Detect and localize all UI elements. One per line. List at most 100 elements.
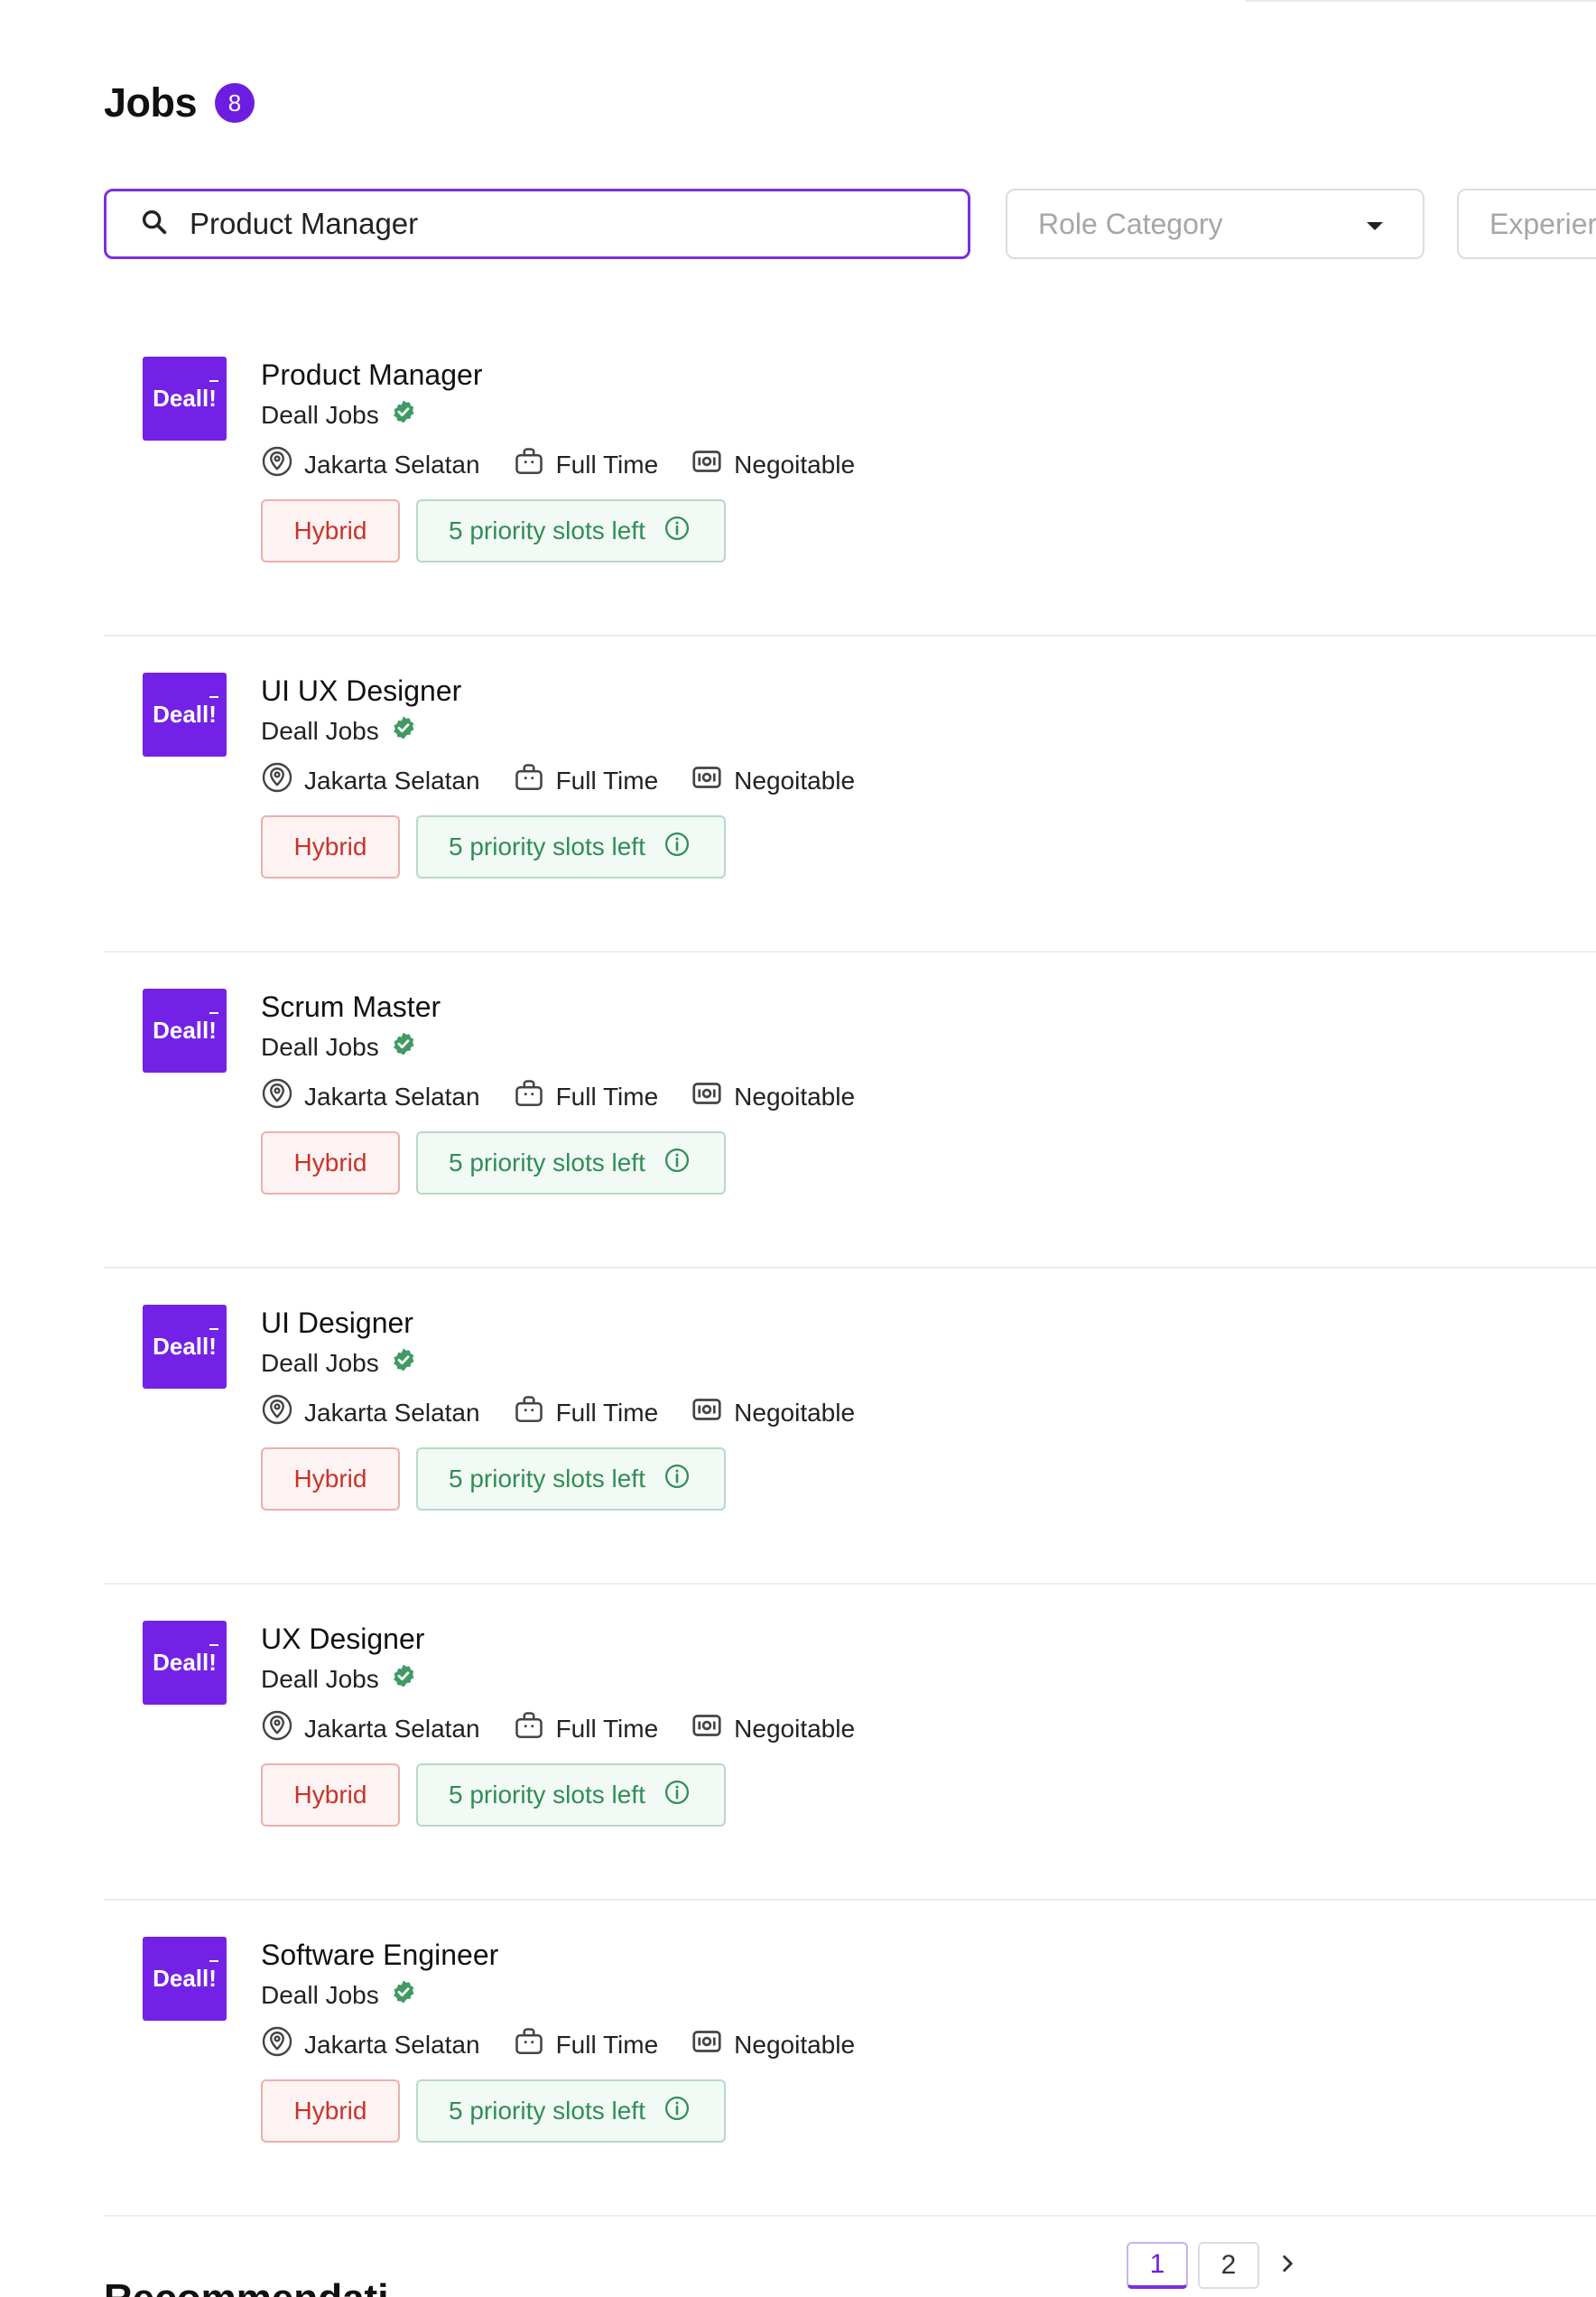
job-tags: Hybrid 5 priority slots left (261, 499, 726, 563)
logo-mark-icon (209, 1012, 218, 1023)
job-type-text: Full Time (555, 450, 659, 479)
company-logo: Deall! (143, 1621, 227, 1705)
location-pin-icon (261, 445, 304, 484)
logo-mark-icon (209, 1328, 218, 1339)
company-logo: Deall! (143, 357, 227, 441)
work-mode-badge: Hybrid (261, 1763, 400, 1827)
work-mode-badge: Hybrid (261, 499, 400, 563)
location-pin-icon (261, 1077, 304, 1116)
job-type-text: Full Time (555, 766, 659, 795)
salary-item: Negoitable (691, 761, 855, 800)
info-icon[interactable] (645, 2095, 691, 2128)
job-meta: Jakarta Selatan Full Time Negoitable (261, 2025, 887, 2064)
company-logo: Deall! (143, 673, 227, 757)
company-name[interactable]: Deall Jobs (261, 1349, 379, 1378)
info-icon[interactable] (645, 831, 691, 864)
briefcase-icon (513, 2025, 556, 2064)
priority-slots-badge: 5 priority slots left (416, 1447, 726, 1511)
company-name[interactable]: Deall Jobs (261, 1665, 379, 1694)
work-mode-badge: Hybrid (261, 1131, 400, 1195)
search-input[interactable] (188, 206, 914, 242)
role-category-placeholder: Role Category (1038, 207, 1223, 240)
company-name[interactable]: Deall Jobs (261, 1981, 379, 2010)
job-title[interactable]: Software Engineer (261, 1939, 498, 1972)
job-card[interactable]: Deall! UI UX Designer Deall Jobs Jakarta… (104, 637, 1596, 953)
job-card[interactable]: Deall! Scrum Master Deall Jobs Jakarta S… (104, 953, 1596, 1269)
location-text: Jakarta Selatan (304, 1082, 480, 1111)
jobs-count-badge: 8 (215, 83, 255, 123)
company-row: Deall Jobs (261, 714, 417, 748)
job-title[interactable]: UI Designer (261, 1307, 413, 1340)
job-card[interactable]: Deall! UX Designer Deall Jobs Jakarta Se… (104, 1585, 1596, 1901)
location-pin-icon (261, 1393, 304, 1432)
job-type-text: Full Time (555, 2030, 659, 2059)
logo-mark-icon (209, 380, 218, 391)
info-icon[interactable] (645, 1779, 691, 1812)
location-item: Jakarta Selatan (261, 1077, 480, 1116)
verified-badge-icon (379, 1662, 417, 1696)
page-1-button[interactable]: 1 (1127, 2242, 1188, 2289)
location-item: Jakarta Selatan (261, 1393, 480, 1432)
search-bar[interactable] (104, 189, 970, 259)
money-icon (691, 445, 734, 484)
location-text: Jakarta Selatan (304, 1714, 480, 1743)
page-2-button[interactable]: 2 (1198, 2242, 1259, 2289)
job-tags: Hybrid 5 priority slots left (261, 1131, 726, 1195)
job-title[interactable]: Scrum Master (261, 990, 441, 1024)
job-tags: Hybrid 5 priority slots left (261, 1763, 726, 1827)
company-logo: Deall! (143, 1937, 227, 2021)
verified-badge-icon (379, 398, 417, 432)
briefcase-icon (513, 1077, 556, 1116)
verified-badge-icon (379, 1030, 417, 1064)
briefcase-icon (513, 761, 556, 800)
page-header: Jobs 8 (104, 79, 255, 126)
experience-select[interactable]: Experier (1457, 189, 1596, 259)
location-pin-icon (261, 761, 304, 800)
priority-slots-badge: 5 priority slots left (416, 499, 726, 563)
company-logo-text: Deall! (153, 385, 217, 412)
job-type-item: Full Time (513, 1393, 658, 1432)
job-meta: Jakarta Selatan Full Time Negoitable (261, 1077, 887, 1116)
salary-item: Negoitable (691, 1709, 855, 1748)
company-logo-text: Deall! (153, 1333, 217, 1360)
next-page-button[interactable] (1269, 2242, 1305, 2289)
job-type-item: Full Time (513, 1077, 658, 1116)
experience-placeholder: Experier (1489, 207, 1596, 240)
work-mode-badge: Hybrid (261, 2079, 400, 2143)
info-icon[interactable] (645, 515, 691, 548)
job-card[interactable]: Deall! Product Manager Deall Jobs Jakart… (104, 321, 1596, 637)
company-name[interactable]: Deall Jobs (261, 717, 379, 746)
job-type-item: Full Time (513, 445, 659, 484)
job-title[interactable]: UX Designer (261, 1623, 424, 1656)
job-card[interactable]: Deall! Software Engineer Deall Jobs Jaka… (104, 1901, 1596, 2217)
job-tags: Hybrid 5 priority slots left (261, 2079, 726, 2143)
job-title[interactable]: Product Manager (261, 358, 482, 392)
priority-slots-text: 5 priority slots left (449, 1148, 645, 1176)
info-icon[interactable] (645, 1463, 691, 1496)
job-meta: Jakarta Selatan Full Time Negoitable (261, 761, 887, 800)
job-tags: Hybrid 5 priority slots left (261, 815, 726, 879)
job-meta: Jakarta Selatan Full Time Negoitable (261, 1709, 887, 1748)
location-text: Jakarta Selatan (304, 766, 480, 795)
priority-slots-text: 5 priority slots left (449, 2097, 645, 2125)
job-card[interactable]: Deall! UI Designer Deall Jobs Jakarta Se… (104, 1269, 1596, 1585)
location-item: Jakarta Selatan (261, 1709, 480, 1748)
location-text: Jakarta Selatan (304, 450, 480, 479)
priority-slots-text: 5 priority slots left (449, 516, 645, 544)
salary-text: Negoitable (734, 1082, 856, 1111)
job-title[interactable]: UI UX Designer (261, 674, 461, 708)
salary-item: Negoitable (691, 445, 855, 484)
company-name[interactable]: Deall Jobs (261, 1033, 379, 1062)
salary-text: Negoitable (734, 766, 856, 795)
money-icon (691, 2025, 734, 2064)
location-text: Jakarta Selatan (304, 1398, 480, 1427)
location-item: Jakarta Selatan (261, 445, 480, 484)
salary-text: Negoitable (734, 450, 856, 479)
salary-item: Negoitable (691, 1393, 855, 1432)
info-icon[interactable] (645, 1147, 691, 1180)
role-category-select[interactable]: Role Category (1006, 189, 1424, 259)
company-name[interactable]: Deall Jobs (261, 401, 379, 430)
briefcase-icon (513, 445, 556, 484)
salary-item: Negoitable (691, 2025, 855, 2064)
priority-slots-badge: 5 priority slots left (416, 1763, 726, 1827)
